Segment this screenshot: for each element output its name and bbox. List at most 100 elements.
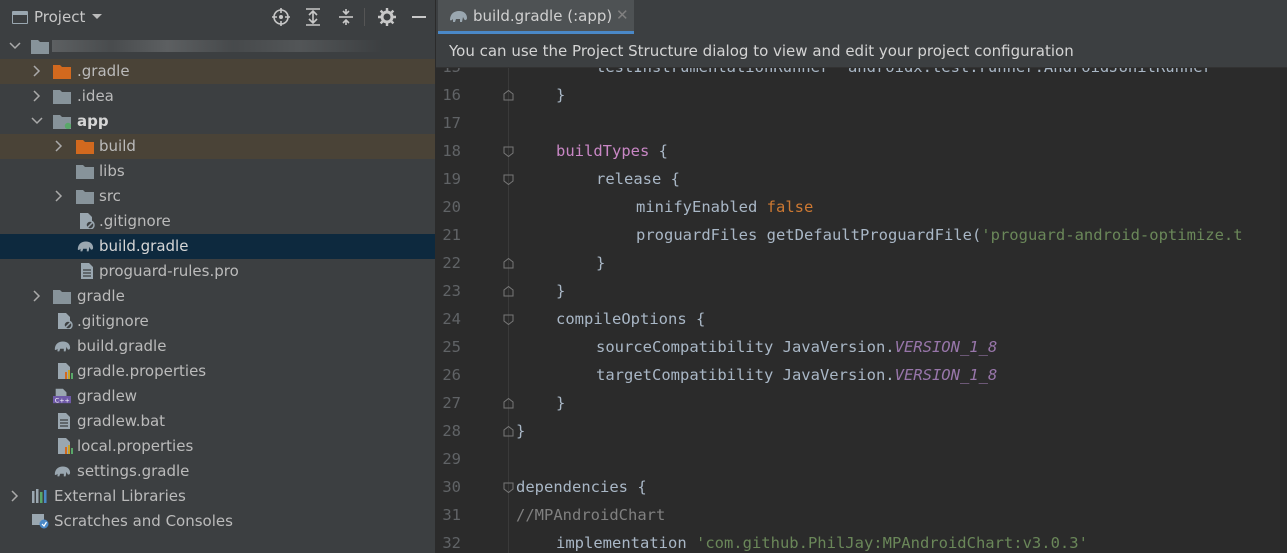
- tree-label: Scratches and Consoles: [54, 512, 233, 530]
- tree-row-gradle-dir[interactable]: .gradle: [0, 59, 435, 84]
- code-line: 16 }: [436, 81, 1287, 109]
- tree-row-gradle-properties[interactable]: gradle.properties: [0, 359, 435, 384]
- tree-label: local.properties: [77, 437, 194, 455]
- tree-row-src[interactable]: src: [0, 184, 435, 209]
- crosshair-icon[interactable]: [272, 8, 290, 26]
- chevron-down-icon[interactable]: [9, 40, 21, 52]
- tree-label: External Libraries: [54, 487, 186, 505]
- module-folder-icon: [53, 115, 71, 129]
- redacted-project-name: [52, 40, 382, 52]
- project-panel-title: Project: [34, 8, 86, 26]
- chevron-right-icon[interactable]: [31, 290, 43, 302]
- code-line: 26 targetCompatibility JavaVersion.VERSI…: [436, 361, 1287, 389]
- line-number: 31: [442, 506, 461, 524]
- tree-row-gradle-folder[interactable]: gradle: [0, 284, 435, 309]
- chevron-right-icon[interactable]: [31, 65, 43, 77]
- folder-orange-icon: [53, 65, 71, 79]
- code-token: targetCompatibility JavaVersion.: [596, 366, 895, 384]
- chevron-right-icon[interactable]: [53, 140, 65, 152]
- tree-row-settings-gradle[interactable]: settings.gradle: [0, 459, 435, 484]
- editor-tab-bar: build.gradle (:app) ✕: [436, 0, 1287, 34]
- code-line: 18 buildTypes {: [436, 137, 1287, 165]
- fold-end-icon[interactable]: [503, 426, 514, 437]
- folder-icon: [76, 165, 94, 179]
- code-token: VERSION_1_8: [894, 366, 998, 384]
- line-number: 20: [442, 198, 461, 216]
- tree-row-app[interactable]: app: [0, 109, 435, 134]
- code-line: 23 }: [436, 277, 1287, 305]
- editor-tab-build-gradle[interactable]: build.gradle (:app) ✕: [438, 0, 634, 34]
- code-line: 25 sourceCompatibility JavaVersion.VERSI…: [436, 333, 1287, 361]
- tree-row-scratches[interactable]: Scratches and Consoles: [0, 509, 435, 534]
- code-line: 17: [436, 109, 1287, 137]
- folder-icon: [31, 40, 49, 54]
- code-token: proguardFiles getDefaultProguardFile(: [636, 226, 982, 244]
- tree-row-app-build-gradle[interactable]: build.gradle: [0, 234, 435, 259]
- folder-icon: [76, 190, 94, 204]
- svg-text:C++: C++: [55, 397, 70, 404]
- code-editor[interactable]: 15 testInstrumentationRunner "androidx.t…: [436, 58, 1287, 553]
- tree-label: proguard-rules.pro: [99, 262, 239, 280]
- fold-start-icon[interactable]: [503, 482, 514, 493]
- fold-end-icon[interactable]: [503, 90, 514, 101]
- expand-all-icon[interactable]: [304, 8, 322, 26]
- line-number: 28: [442, 422, 461, 440]
- text-file-icon: [81, 263, 93, 279]
- code-text: release {: [596, 170, 680, 188]
- banner-text: You can use the Project Structure dialog…: [449, 42, 1074, 60]
- tree-row-app-gitignore[interactable]: .gitignore: [0, 209, 435, 234]
- tree-row-local-properties[interactable]: local.properties: [0, 434, 435, 459]
- code-line: 30 dependencies {: [436, 473, 1287, 501]
- code-line: 32 implementation 'com.github.PhilJay:MP…: [436, 529, 1287, 553]
- tree-label: build: [99, 137, 136, 155]
- fold-start-icon[interactable]: [503, 314, 514, 325]
- tab-label: build.gradle (:app): [473, 7, 613, 25]
- code-text: }: [556, 394, 566, 412]
- chevron-right-icon[interactable]: [53, 190, 65, 202]
- collapse-all-icon[interactable]: [337, 8, 355, 26]
- code-token: minifyEnabled: [636, 198, 767, 216]
- tree-row-libs[interactable]: libs: [0, 159, 435, 184]
- toolbar-separator: [364, 8, 365, 26]
- code-token: {: [649, 142, 668, 160]
- project-panel-header: Project: [0, 0, 435, 34]
- fold-start-icon[interactable]: [503, 146, 514, 157]
- chevron-right-icon[interactable]: [31, 90, 43, 102]
- code-line: 21 proguardFiles getDefaultProguardFile(…: [436, 221, 1287, 249]
- gradle-elephant-icon: [54, 466, 71, 477]
- chevron-right-icon[interactable]: [9, 490, 21, 502]
- line-number: 18: [442, 142, 461, 160]
- code-text: compileOptions {: [556, 310, 706, 328]
- tree-label: gradlew.bat: [77, 412, 166, 430]
- chevron-down-icon[interactable]: [31, 115, 43, 127]
- tree-label: src: [99, 187, 121, 205]
- close-tab-icon[interactable]: ✕: [616, 6, 629, 24]
- gear-icon[interactable]: [378, 8, 396, 26]
- script-file-icon: C++: [53, 388, 71, 404]
- project-structure-banner[interactable]: You can use the Project Structure dialog…: [436, 34, 1287, 68]
- minimize-icon[interactable]: [410, 8, 428, 26]
- code-text: dependencies {: [516, 478, 647, 496]
- tree-row-build-dir[interactable]: build: [0, 134, 435, 159]
- folder-orange-icon: [76, 140, 94, 154]
- code-text: }: [556, 86, 566, 104]
- tree-row-root-build-gradle[interactable]: build.gradle: [0, 334, 435, 359]
- fold-start-icon[interactable]: [503, 174, 514, 185]
- tree-row-external-libraries[interactable]: External Libraries: [0, 484, 435, 509]
- code-token: VERSION_1_8: [894, 338, 998, 356]
- tree-row-idea[interactable]: .idea: [0, 84, 435, 109]
- fold-end-icon[interactable]: [503, 286, 514, 297]
- code-line: 19 release {: [436, 165, 1287, 193]
- fold-end-icon[interactable]: [503, 258, 514, 269]
- project-view-selector[interactable]: Project: [12, 7, 103, 27]
- line-number: 23: [442, 282, 461, 300]
- tree-row-proguard[interactable]: proguard-rules.pro: [0, 259, 435, 284]
- tree-row-root-gitignore[interactable]: .gitignore: [0, 309, 435, 334]
- project-tool-window: Project .gradle .idea app build libs src…: [0, 0, 435, 553]
- code-comment: //MPAndroidChart: [516, 506, 666, 524]
- tree-row-gradlew-bat[interactable]: gradlew.bat: [0, 409, 435, 434]
- code-token: sourceCompatibility JavaVersion.: [596, 338, 895, 356]
- folder-icon: [53, 290, 71, 304]
- tree-row-gradlew[interactable]: C++ gradlew: [0, 384, 435, 409]
- fold-end-icon[interactable]: [503, 398, 514, 409]
